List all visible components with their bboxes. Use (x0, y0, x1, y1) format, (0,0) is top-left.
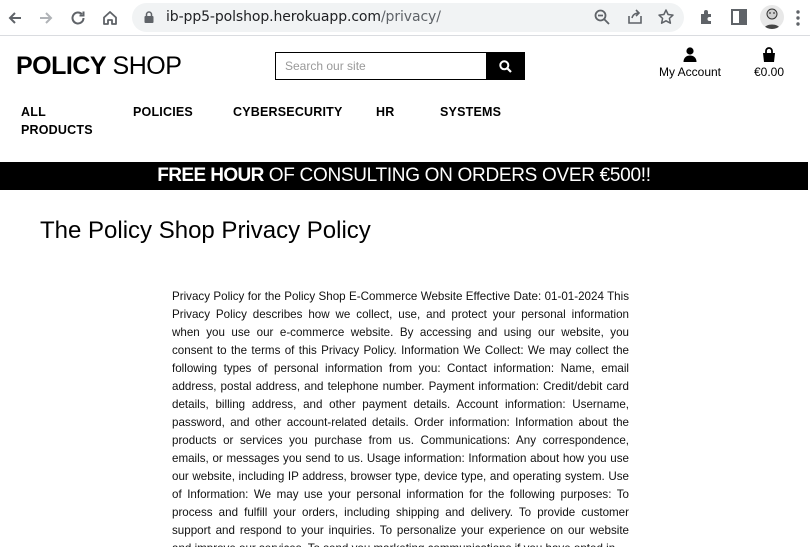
forward-arrow-icon (40, 12, 53, 24)
lock-icon (144, 11, 154, 23)
home-icon (103, 11, 117, 25)
reload-button[interactable] (66, 6, 90, 30)
nav-cybersecurity[interactable]: CYBERSECURITY (233, 103, 343, 121)
forward-button[interactable] (34, 6, 58, 30)
promo-highlight: FREE HOUR (157, 165, 264, 186)
share-icon[interactable] (626, 8, 644, 26)
nav-all-products[interactable]: ALL PRODUCTS (21, 103, 93, 139)
bookmark-star-icon[interactable] (657, 8, 675, 26)
profile-avatar[interactable] (760, 5, 784, 29)
nav-hr[interactable]: HR (376, 103, 394, 121)
my-account-label: My Account (658, 65, 722, 79)
page-title: The Policy Shop Privacy Policy (40, 217, 371, 244)
side-panel-icon[interactable] (729, 7, 749, 27)
my-account-link[interactable]: My Account (652, 47, 728, 79)
url-text: ib-pp5-polshop.herokuapp.com/privacy/ (166, 9, 441, 25)
promo-banner: FREE HOUR OF CONSULTING ON ORDERS OVER €… (0, 162, 808, 190)
home-button[interactable] (98, 6, 122, 30)
extensions-puzzle-icon[interactable] (697, 7, 717, 27)
search-button[interactable] (486, 53, 524, 79)
cart-total: €0.00 (753, 65, 785, 79)
address-bar[interactable]: ib-pp5-polshop.herokuapp.com/privacy/ (132, 3, 684, 32)
browser-menu-icon[interactable] (795, 9, 801, 27)
site-logo[interactable]: POLICY SHOP (16, 52, 182, 81)
search-icon (498, 59, 512, 73)
reload-icon (71, 11, 85, 25)
user-icon (683, 47, 697, 62)
search-input[interactable] (276, 53, 487, 79)
nav-policies[interactable]: POLICIES (133, 103, 193, 121)
browser-toolbar: ib-pp5-polshop.herokuapp.com/privacy/ (0, 0, 810, 36)
zoom-icon[interactable] (593, 8, 611, 26)
cart-link[interactable]: €0.00 (748, 47, 790, 79)
privacy-policy-text: Privacy Policy for the Policy Shop E-Com… (172, 290, 629, 547)
profile-avatar-icon (764, 8, 780, 29)
shopping-bag-icon (763, 47, 775, 62)
back-button[interactable] (3, 6, 27, 30)
site-search (275, 52, 525, 80)
back-arrow-icon (8, 12, 21, 24)
promo-text: OF CONSULTING ON ORDERS OVER €500!! (268, 165, 651, 186)
nav-systems[interactable]: SYSTEMS (440, 103, 501, 121)
